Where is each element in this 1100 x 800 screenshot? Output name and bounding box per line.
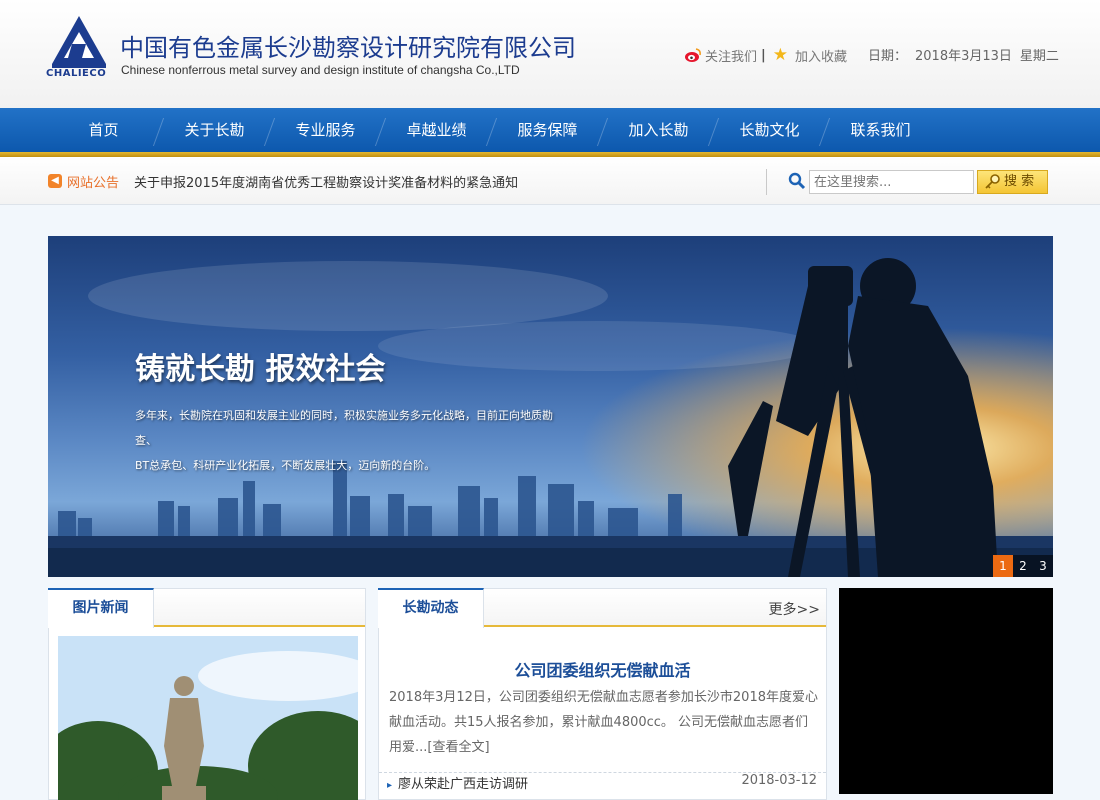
nav-item-guarantee[interactable]: 服务保障 <box>492 108 603 152</box>
nav-item-home[interactable]: 首页 <box>48 108 159 152</box>
search-button-label: 搜 索 <box>1004 174 1035 189</box>
panel-header: 长勘动态 更多>> <box>378 588 826 628</box>
date-label: 日期： <box>868 49 908 64</box>
video-player[interactable] <box>839 588 1053 794</box>
search-button[interactable]: 搜 索 <box>977 170 1048 194</box>
nav-item-contact[interactable]: 联系我们 <box>825 108 936 152</box>
slide-dot-2[interactable]: 2 <box>1013 555 1033 577</box>
follow-us-link[interactable]: 关注我们 <box>705 46 757 65</box>
nav-item-services[interactable]: 专业服务 <box>270 108 381 152</box>
add-favorite-link[interactable]: 加入收藏 <box>795 46 847 65</box>
notice-link[interactable]: 关于申报2015年度湖南省优秀工程勘察设计奖准备材料的紧急通知 <box>134 172 518 191</box>
news-summary[interactable]: 2018年3月12日，公司团委组织无偿献血志愿者参加长沙市2018年度爱心献血活… <box>389 685 819 760</box>
weibo-icon <box>685 48 701 62</box>
nav-item-about[interactable]: 关于长勘 <box>159 108 270 152</box>
slide-dot-1[interactable]: 1 <box>993 555 1013 577</box>
notice-icon: ◀ <box>48 174 62 188</box>
date-display: 日期： 2018年3月13日 星期二 <box>868 45 1067 64</box>
list-item-date: 2018-03-12 <box>741 773 817 788</box>
statue-photo <box>58 636 358 800</box>
notice-bar: ◀ 网站公告 关于申报2015年度湖南省优秀工程勘察设计奖准备材料的紧急通知 搜… <box>0 157 1100 205</box>
banner-title: 铸就长勘 报效社会 <box>135 352 386 387</box>
list-item-title: 廖从荣赴广西走访调研 <box>398 777 529 792</box>
main-nav: 首页 关于长勘 专业服务 卓越业绩 服务保障 加入长勘 长勘文化 联系我们 <box>0 108 1100 152</box>
link-separator: | <box>761 47 766 63</box>
panel-header: 图片新闻 <box>48 588 365 628</box>
key-icon <box>985 174 1000 189</box>
banner-desc-line-2: BT总承包、科研产业化拓展，不断发展壮大，迈向新的台阶。 <box>135 459 436 472</box>
hero-banner[interactable]: 铸就长勘 报效社会 多年来，长勘院在巩固和发展主业的同时，积极实施业务多元化战略… <box>48 236 1053 577</box>
slide-pager: 1 2 3 <box>993 555 1053 577</box>
photo-news-panel: 图片新闻 <box>48 588 366 800</box>
tab-company-news[interactable]: 长勘动态 <box>378 588 484 628</box>
bullet-icon: ▸ <box>387 780 393 791</box>
weekday: 星期二 <box>1019 49 1059 64</box>
more-link[interactable]: 更多>> <box>769 599 820 619</box>
star-icon: ★ <box>772 45 789 65</box>
divider <box>766 169 767 195</box>
list-item[interactable]: ▸ 廖从荣赴广西走访调研 2018-03-12 <box>387 773 817 797</box>
company-name-en: Chinese nonferrous metal survey and desi… <box>121 63 520 77</box>
news-headline[interactable]: 公司团委组织无偿献血活 <box>379 657 826 681</box>
banner-desc-line-1: 多年来，长勘院在巩固和发展主业的同时，积极实施业务多元化战略，目前正向地质勘查、 <box>135 409 553 447</box>
slide-dot-3[interactable]: 3 <box>1033 555 1053 577</box>
search-input[interactable] <box>809 170 974 194</box>
nav-item-achievements[interactable]: 卓越业绩 <box>381 108 492 152</box>
banner-description: 多年来，长勘院在巩固和发展主业的同时，积极实施业务多元化战略，目前正向地质勘查、… <box>135 403 555 478</box>
top-links: 关注我们 | ★ 加入收藏 <box>684 45 847 65</box>
nav-item-join[interactable]: 加入长勘 <box>603 108 714 152</box>
logo-text: CHALIECO <box>46 68 107 79</box>
logo-mark-icon <box>52 16 106 68</box>
company-news-panel: 长勘动态 更多>> 公司团委组织无偿献血活 2018年3月12日，公司团委组织无… <box>378 588 827 800</box>
date-value: 2018年3月13日 <box>915 49 1012 64</box>
news-photo[interactable] <box>58 636 358 800</box>
company-logo[interactable]: CHALIECO <box>46 14 112 84</box>
company-name-cn: 中国有色金属长沙勘察设计研究院有限公司 <box>120 34 576 62</box>
tab-photo-news[interactable]: 图片新闻 <box>48 588 154 628</box>
notice-label: 网站公告 <box>67 176 120 191</box>
search-icon <box>788 172 806 190</box>
site-header: CHALIECO 中国有色金属长沙勘察设计研究院有限公司 Chinese non… <box>0 0 1100 108</box>
nav-item-culture[interactable]: 长勘文化 <box>714 108 825 152</box>
